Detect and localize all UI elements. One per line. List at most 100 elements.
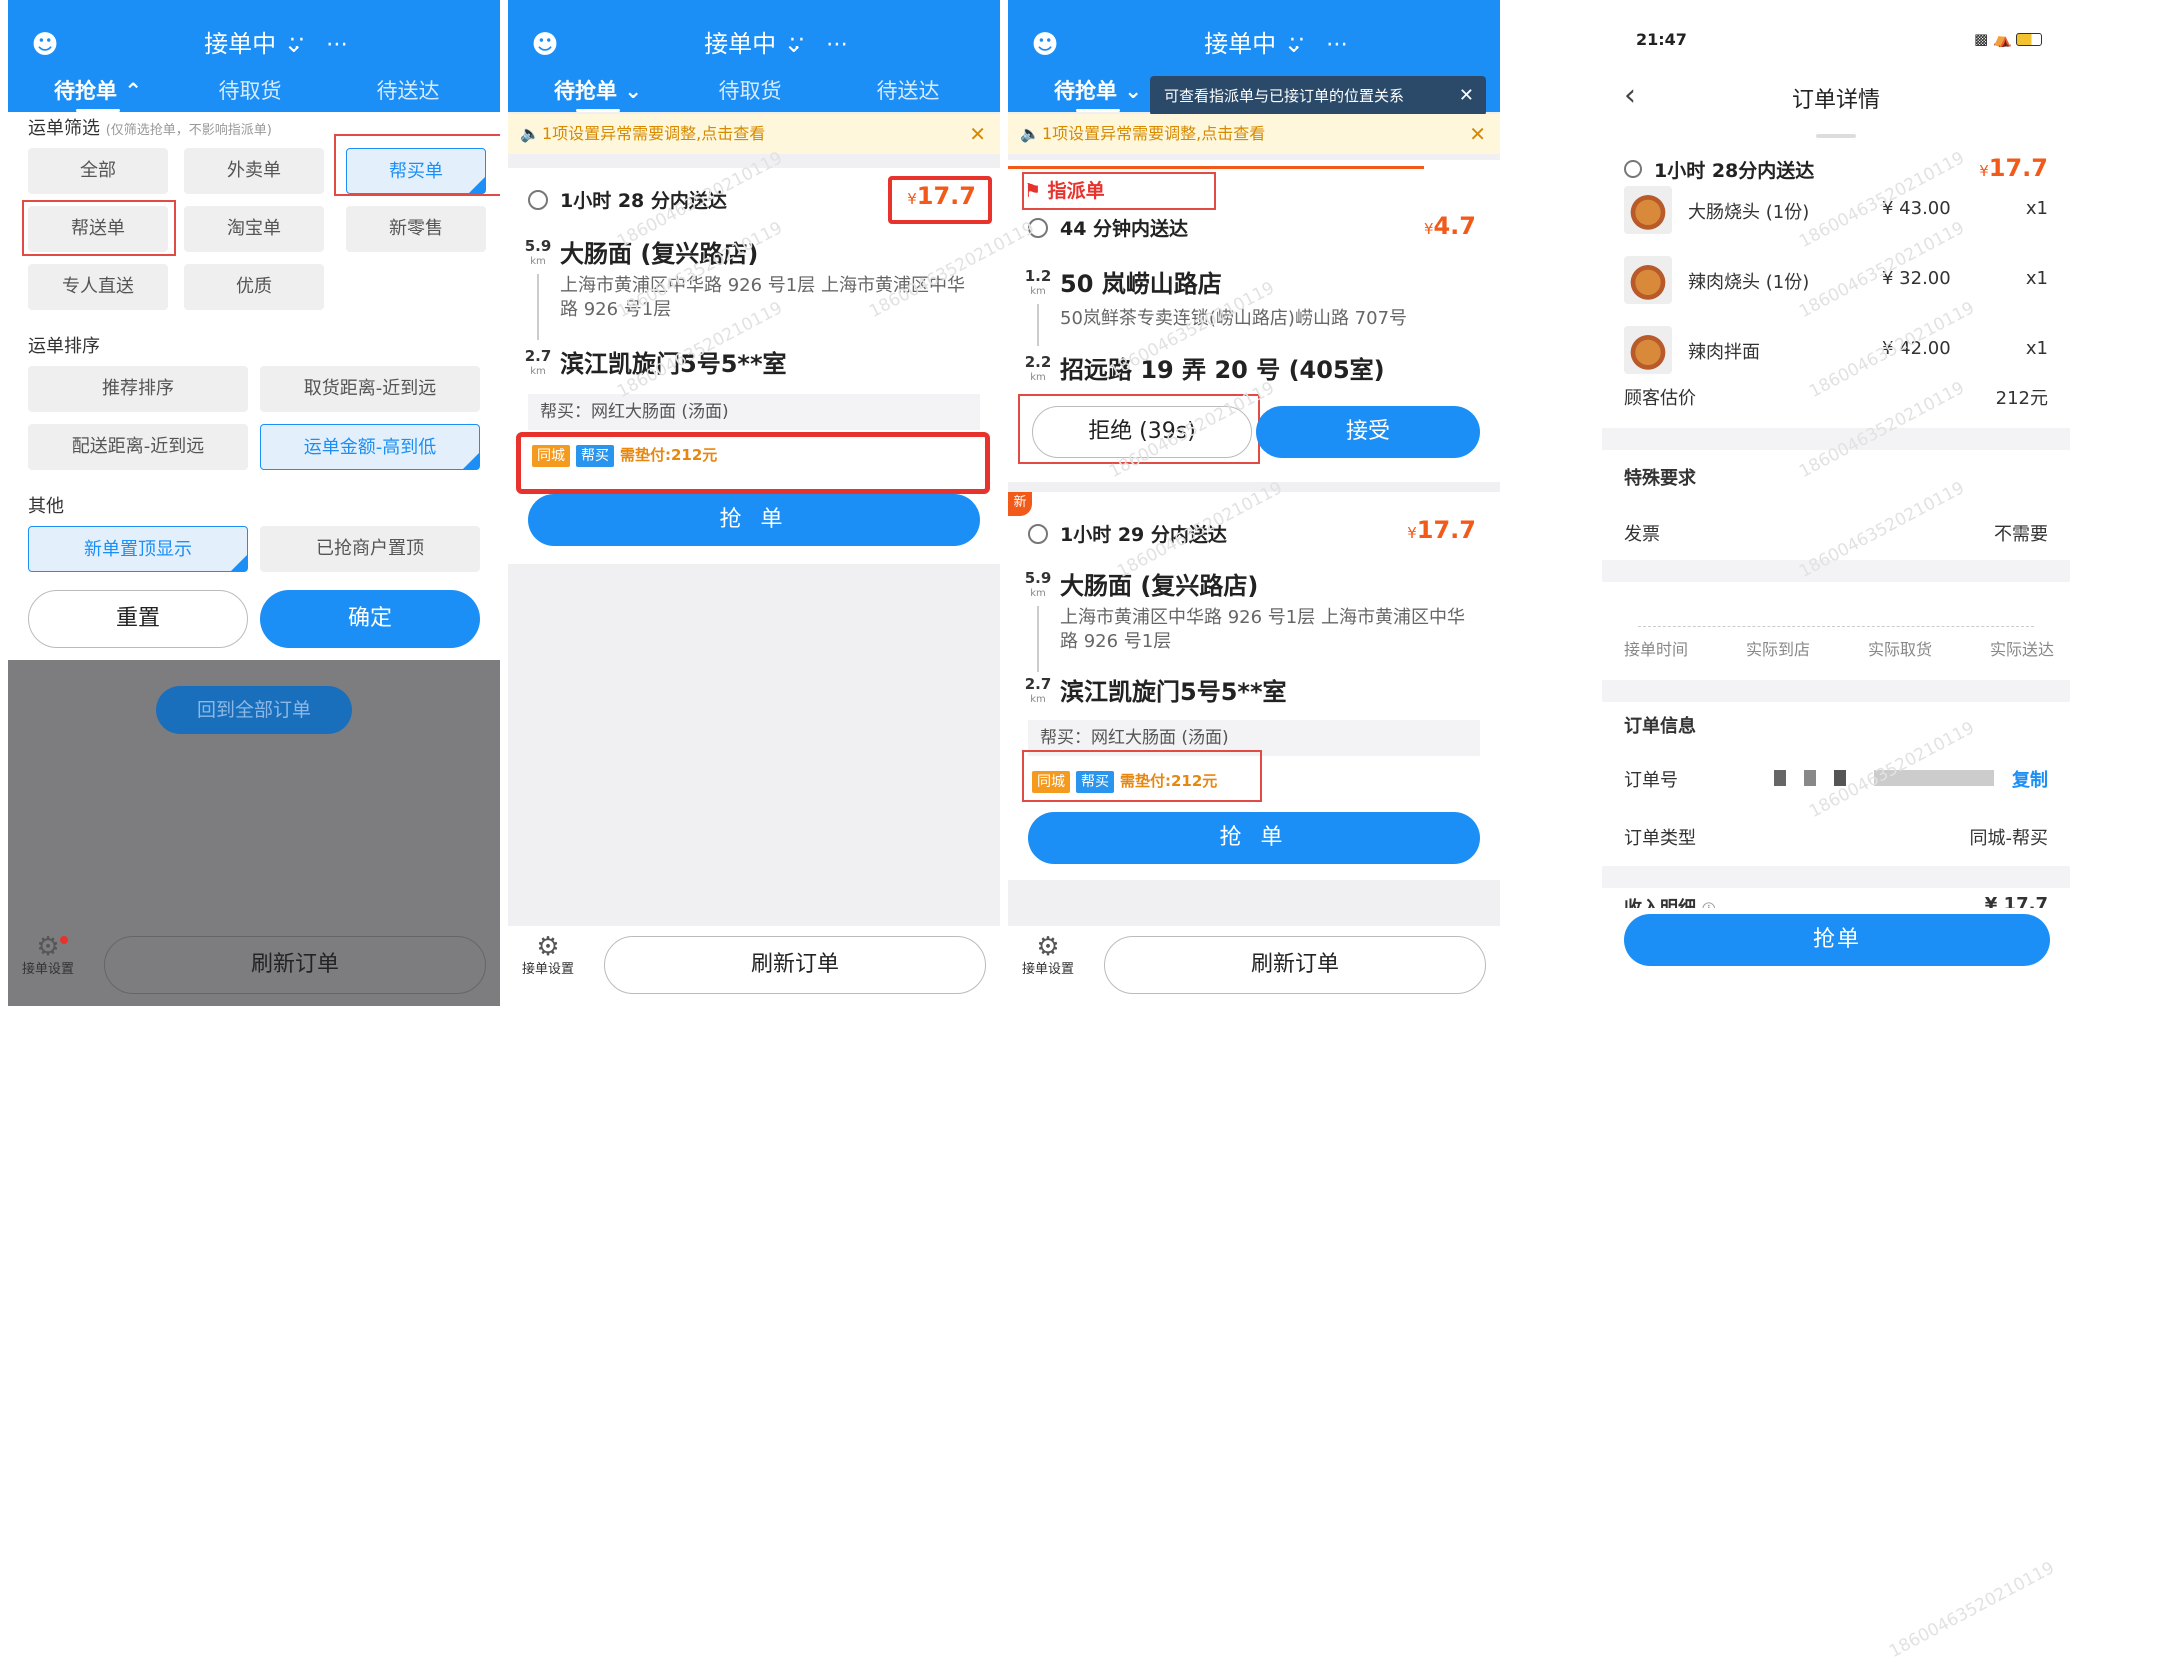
bottom-bar: ⚙ 接单设置 刷新订单: [8, 926, 500, 1006]
order-card[interactable]: 1小时 28 分内送达 ¥17.7 5.9 km 大肠面 (复兴路店) 上海市黄浦…: [508, 168, 1000, 564]
route-icon[interactable]: ∵: [780, 28, 814, 62]
sort-recommended[interactable]: 推荐排序: [28, 366, 248, 412]
filter-dedicated[interactable]: 专人直送: [28, 264, 168, 310]
notice-text: 1项设置异常需要调整,点击查看: [542, 124, 766, 143]
settings-button[interactable]: ⚙ 接单设置: [1018, 932, 1078, 978]
other-title: 其他: [28, 496, 64, 517]
sort-amount[interactable]: 运单金额-高到低: [260, 424, 480, 470]
assigned-order-card[interactable]: ⚑ 指派单 44 分钟内送达 ¥4.7 1.2 km 50 岚崂山路店 50岚鲜茶…: [1008, 160, 1500, 482]
tab-pending-grab[interactable]: 待抢单 ⌄: [1028, 76, 1168, 112]
refresh-button[interactable]: 刷新订单: [104, 936, 486, 994]
status-dropdown[interactable]: 接单中 ⌄: [1008, 26, 1500, 62]
filter-taobao[interactable]: 淘宝单: [184, 206, 324, 252]
sort-pickup-distance[interactable]: 取货距离-近到远: [260, 366, 480, 412]
route-icon[interactable]: ∵: [1280, 28, 1314, 62]
tab-pending-grab[interactable]: 待抢单 ⌃: [28, 76, 168, 112]
pickup-distance: 5.9 km: [524, 238, 552, 270]
tab-pending-delivery[interactable]: 待送达: [838, 76, 978, 106]
info-title: 订单信息: [1624, 716, 1696, 737]
page-title: 订单详情: [1791, 88, 1880, 113]
settings-label: 接单设置: [1021, 962, 1074, 977]
currency: ¥: [1979, 162, 1989, 180]
km-unit: km: [1030, 372, 1046, 383]
clock-icon: [528, 190, 548, 210]
filter-title-text: 运单筛选: [28, 118, 100, 139]
accept-button[interactable]: 接受: [1256, 406, 1480, 458]
settings-label: 接单设置: [21, 962, 74, 977]
tooltip-text: 可查看指派单与已接订单的位置关系: [1164, 87, 1405, 105]
drop-distance: 2.7 km: [1024, 676, 1052, 708]
confirm-button[interactable]: 确定: [260, 590, 480, 648]
reset-button[interactable]: 重置: [28, 590, 248, 648]
gear-icon: ⚙: [1036, 932, 1060, 962]
km-unit: km: [530, 256, 546, 267]
order-list-panel: ☻ 接单中 ⌄ ∵ ⋯ 待抢单 ⌄ 待取货 待送达 🔈 1项设置异常需要调整,点击…: [508, 0, 1000, 1006]
drop-distance-value: 2.7: [524, 347, 552, 365]
route-icon[interactable]: ∵: [280, 28, 314, 62]
refresh-button[interactable]: 刷新订单: [1104, 936, 1486, 994]
close-icon[interactable]: ✕: [1459, 76, 1474, 116]
option-new-top[interactable]: 新单置顶显示: [28, 526, 248, 572]
gear-icon: ⚙: [36, 932, 60, 962]
order-card[interactable]: 新 1小时 29 分内送达 ¥17.7 5.9 km 大肠面 (复兴路店) 上海市…: [1008, 492, 1500, 880]
copy-button[interactable]: 复制: [2012, 766, 2048, 792]
pickup-distance-value: 1.2: [1024, 267, 1052, 285]
grab-button[interactable]: 抢单: [1624, 914, 2050, 966]
estimate-label: 顾客估价: [1624, 388, 1696, 409]
filter-premium[interactable]: 优质: [184, 264, 324, 310]
price-value: 4.7: [1433, 212, 1476, 240]
status-dropdown[interactable]: 接单中 ⌄: [508, 26, 1000, 62]
pickup-distance: 1.2 km: [1024, 268, 1052, 300]
order-price: ¥17.7: [1407, 516, 1476, 544]
close-icon[interactable]: ✕: [1469, 114, 1486, 154]
tab-pending-pickup[interactable]: 待取货: [680, 76, 820, 106]
buy-note: 帮买：网红大肠面 (汤面): [528, 394, 980, 430]
settings-button[interactable]: ⚙ 接单设置: [518, 932, 578, 978]
timeline: 接单时间 实际到店 实际取货 实际送达: [1624, 636, 2054, 660]
sort-delivery-distance[interactable]: 配送距离-近到远: [28, 424, 248, 470]
settings-button[interactable]: ⚙ 接单设置: [18, 932, 78, 978]
grab-button[interactable]: 抢 单: [1028, 812, 1480, 864]
order-type-value: 同城-帮买: [1969, 828, 2049, 849]
filter-hint: (仅筛选抢单，不影响指派单): [105, 123, 272, 138]
divider: [1602, 866, 2070, 888]
status-clock: 21:47: [1636, 30, 1687, 49]
drop-distance: 2.7 km: [524, 348, 552, 380]
route-line: [1037, 606, 1039, 672]
gear-icon: ⚙: [536, 932, 560, 962]
refresh-button[interactable]: 刷新订单: [604, 936, 986, 994]
notice-bar[interactable]: 🔈 1项设置异常需要调整,点击查看 ✕: [1008, 114, 1500, 154]
pickup-name: 50 岚崂山路店: [1060, 270, 1222, 298]
countdown-bar: [1008, 166, 1424, 169]
filter-takeout[interactable]: 外卖单: [184, 148, 324, 194]
timeline-step: 实际到店: [1745, 640, 1810, 659]
close-icon[interactable]: ✕: [969, 114, 986, 154]
notice-text: 1项设置异常需要调整,点击查看: [1042, 124, 1266, 143]
assign-price: ¥4.7: [1424, 212, 1476, 240]
tab-pending-pickup[interactable]: 待取货: [180, 76, 320, 106]
tab-pending-delivery[interactable]: 待送达: [338, 76, 478, 106]
more-icon[interactable]: ⋯: [320, 28, 354, 62]
drop-distance-value: 2.2: [1024, 353, 1052, 371]
km-unit: km: [1030, 588, 1046, 599]
notice-bar[interactable]: 🔈 1项设置异常需要调整,点击查看 ✕: [508, 114, 1000, 154]
filter-all[interactable]: 全部: [28, 148, 168, 194]
route-line: [537, 274, 539, 340]
battery-icon: [2016, 33, 2043, 46]
more-icon[interactable]: ⋯: [1320, 28, 1354, 62]
grab-button[interactable]: 抢 单: [528, 494, 980, 546]
more-icon[interactable]: ⋯: [820, 28, 854, 62]
route-line: [1037, 304, 1039, 346]
status-dropdown[interactable]: 接单中 ⌄: [8, 26, 500, 62]
drag-handle[interactable]: [1816, 134, 1856, 138]
pickup-name: 大肠面 (复兴路店): [1060, 572, 1259, 600]
option-grabbed-top[interactable]: 已抢商户置顶: [260, 526, 480, 572]
filter-new-retail[interactable]: 新零售: [346, 206, 486, 252]
back-all-orders-button[interactable]: 回到全部订单: [156, 686, 352, 734]
tooltip: 可查看指派单与已接订单的位置关系 ✕: [1150, 76, 1486, 116]
bottom-bar: ⚙ 接单设置 刷新订单: [508, 926, 1000, 1006]
highlight-box: [516, 432, 990, 494]
status-title: 接单中: [704, 30, 777, 58]
clock-icon: [1028, 524, 1048, 544]
tab-pending-grab[interactable]: 待抢单 ⌄: [528, 76, 668, 112]
